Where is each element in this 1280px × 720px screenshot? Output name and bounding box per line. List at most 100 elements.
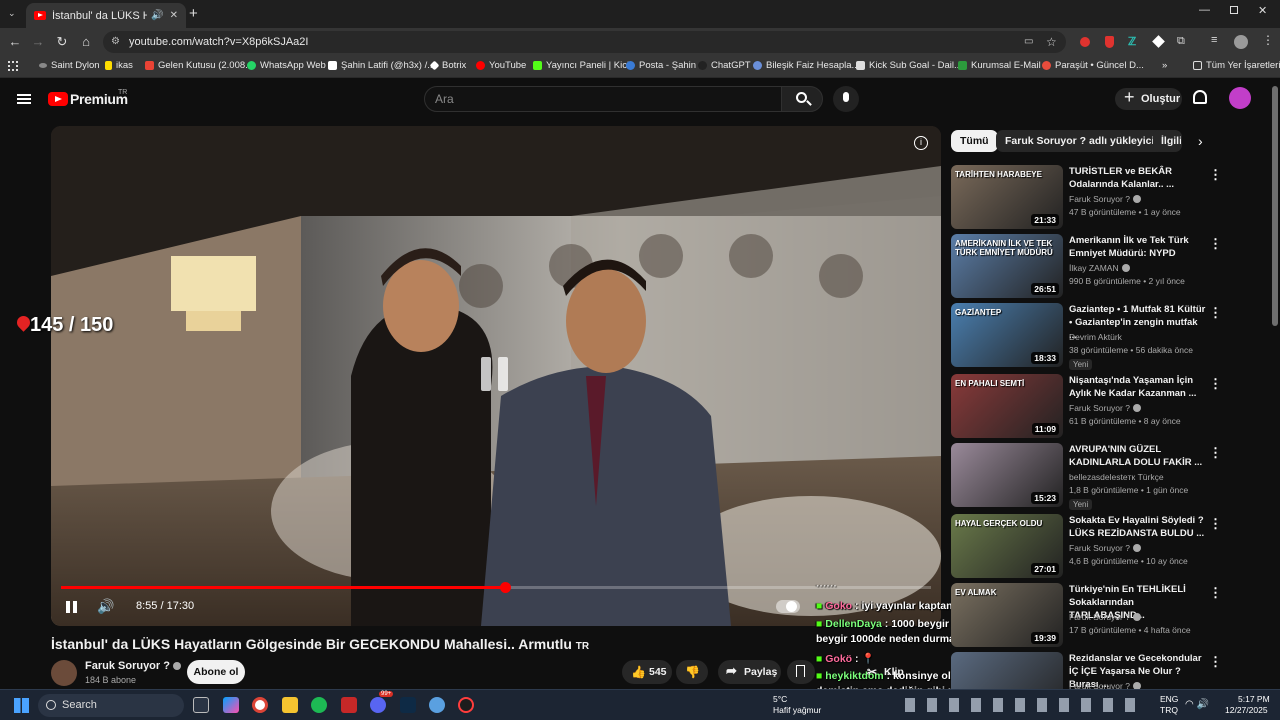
discord-icon[interactable]: 99+: [370, 691, 394, 713]
tab-search-icon[interactable]: ⌄: [8, 8, 16, 19]
bookmark-outlook[interactable]: Posta - Şahin: [626, 60, 696, 71]
forward-arrow-icon[interactable]: →: [29, 33, 47, 51]
more-options-icon[interactable]: ⋮: [1209, 516, 1222, 532]
app-blue-icon[interactable]: [429, 697, 445, 713]
weather-desc[interactable]: Hafif yağmur: [773, 705, 821, 715]
more-options-icon[interactable]: ⋮: [1209, 167, 1222, 183]
recommended-video-title[interactable]: TURİSTLER ve BEKÂR Odalarında Kalanlar..…: [1069, 165, 1207, 191]
recommended-channel-name[interactable]: Faruk Soruyor ?: [1069, 403, 1141, 413]
video-thumbnail[interactable]: 15:23: [951, 443, 1063, 507]
video-thumbnail[interactable]: EN PAHALI SEMTİ 11:09: [951, 374, 1063, 438]
bookmark-corporate-mail[interactable]: Kurumsal E-Mail: [958, 60, 1041, 71]
copilot-icon[interactable]: [223, 697, 239, 713]
recommended-channel-name[interactable]: bellezasdelesteтк Türkçe: [1069, 472, 1164, 482]
bookmark-botrix[interactable]: Botrix: [429, 60, 466, 71]
app-red-icon[interactable]: [341, 697, 357, 713]
bookmark-whatsapp[interactable]: WhatsApp Web: [247, 60, 326, 71]
bookmark-youtube[interactable]: YouTube: [476, 60, 526, 71]
recommended-video-title[interactable]: AVRUPA'NIN GÜZEL KADINLARLA DOLU FAKİR .…: [1069, 443, 1207, 469]
more-options-icon[interactable]: ⋮: [1209, 585, 1222, 601]
recommended-video[interactable]: 15:23 AVRUPA'NIN GÜZEL KADINLARLA DOLU FA…: [951, 443, 1271, 510]
recommended-video-title[interactable]: Amerikanın İlk ve Tek Türk Emniyet Müdür…: [1069, 234, 1207, 260]
notifications-bell-icon[interactable]: [1193, 90, 1207, 104]
system-tray-icons[interactable]: [905, 698, 1145, 712]
youtube-logo-icon[interactable]: [48, 92, 68, 106]
video-progress-bar[interactable]: [61, 582, 931, 593]
create-button[interactable]: Oluştur: [1115, 86, 1182, 110]
bookmark-parasut[interactable]: Paraşüt • Güncel D...: [1042, 60, 1144, 71]
channel-avatar[interactable]: [51, 660, 77, 686]
progress-scrubber-knob[interactable]: [499, 582, 511, 593]
recommended-video[interactable]: Rezidanslar ve Gecekondular İÇ İÇE Yaşar…: [951, 652, 1271, 689]
video-thumbnail[interactable]: TARİHTEN HARABEYE 21:33: [951, 165, 1063, 229]
bookmark-ikas[interactable]: ikas: [105, 60, 133, 71]
recommended-video[interactable]: EN PAHALI SEMTİ 11:09 Nişantaşı'nda Yaşama…: [951, 374, 1271, 438]
recommended-channel-name[interactable]: Faruk Soruyor ?: [1069, 194, 1141, 204]
recommended-video-title[interactable]: Sokakta Ev Hayalini Söyledi ? LÜKS REZİD…: [1069, 514, 1207, 540]
chrome-icon[interactable]: [252, 697, 268, 713]
site-info-icon[interactable]: ⚙: [111, 31, 120, 53]
bookmark-star-icon[interactable]: ☆: [1046, 31, 1057, 53]
task-view-icon[interactable]: [193, 697, 209, 713]
account-avatar[interactable]: [1229, 87, 1251, 109]
recommended-channel-name[interactable]: Devrim Aktürk: [1069, 332, 1122, 342]
audio-icon[interactable]: 🔊: [151, 10, 163, 21]
close-tab-icon[interactable]: ✕: [170, 10, 178, 21]
more-options-icon[interactable]: ⋮: [1209, 654, 1222, 670]
clock-time[interactable]: 5:17 PM: [1238, 694, 1270, 704]
recommended-channel-name[interactable]: Faruk Soruyor ?: [1069, 612, 1141, 622]
chip-all[interactable]: Tümü: [951, 130, 998, 152]
like-button[interactable]: 👍 545: [622, 660, 672, 684]
voice-search-button[interactable]: [833, 86, 859, 112]
extension-shield-icon[interactable]: [1105, 36, 1114, 48]
bookmark-x[interactable]: Şahin Latifi (@h3x) /...: [328, 60, 435, 71]
recommended-channel-name[interactable]: Faruk Soruyor ?: [1069, 543, 1141, 553]
dislike-button[interactable]: 👎: [676, 660, 708, 684]
new-tab-button[interactable]: +: [189, 5, 198, 22]
bookmark-chatgpt[interactable]: ChatGPT: [698, 60, 751, 71]
pause-button[interactable]: [66, 601, 78, 613]
terminal-icon[interactable]: [400, 697, 416, 713]
clock-date[interactable]: 12/27/2025: [1225, 705, 1268, 715]
chips-next-chevron-icon[interactable]: ›: [1198, 133, 1203, 149]
taskbar-search[interactable]: Search: [38, 694, 184, 717]
extensions-puzzle-icon[interactable]: ⧉: [1177, 35, 1185, 48]
share-button[interactable]: ➦ Paylaş: [718, 660, 781, 684]
subscribe-button[interactable]: Abone ol: [187, 660, 245, 684]
recommended-channel-name[interactable]: İlkay ZAMAN: [1069, 263, 1130, 273]
more-options-icon[interactable]: ⋮: [1209, 376, 1222, 392]
cast-icon[interactable]: ▭: [1024, 31, 1033, 53]
bookmark-saint-dylon[interactable]: Saint Dylon: [39, 60, 100, 71]
video-thumbnail[interactable]: GAZİANTEP 18:33: [951, 303, 1063, 367]
back-arrow-icon[interactable]: ←: [6, 33, 24, 51]
extension-diamond-icon[interactable]: [1152, 35, 1165, 48]
video-thumbnail[interactable]: AMERİKANIN İLK VE TEK TÜRK EMNİYET MÜDÜR…: [951, 234, 1063, 298]
recommended-video[interactable]: AMERİKANIN İLK VE TEK TÜRK EMNİYET MÜDÜR…: [951, 234, 1271, 298]
more-bookmarks-chevron[interactable]: »: [1162, 60, 1167, 71]
address-bar[interactable]: ⚙ youtube.com/watch?v=X8p6kSJAa2I ▭ ☆: [103, 31, 1066, 53]
clip-button[interactable]: ✂ Klip: [858, 660, 908, 684]
recommended-video[interactable]: GAZİANTEP 18:33 Gaziantep • 1 Mutfak 81 Kü…: [951, 303, 1271, 370]
weather-temp[interactable]: 5°C: [773, 694, 787, 704]
reading-list-icon[interactable]: ≡: [1211, 34, 1217, 46]
recommended-video[interactable]: HAYAL GERÇEK OLDU 27:01 Sokakta Ev Hayalin…: [951, 514, 1271, 578]
extension-red-icon[interactable]: [1080, 37, 1090, 47]
wifi-volume-icons[interactable]: ◠ 🔊: [1185, 699, 1209, 710]
browser-tab[interactable]: İstanbul' da LÜKS Hayatları 🔊 ✕: [26, 3, 186, 28]
more-options-icon[interactable]: ⋮: [1209, 445, 1222, 461]
more-options-icon[interactable]: ⋮: [1209, 305, 1222, 321]
bookmark-compound-interest[interactable]: Bileşik Faiz Hesapla...: [753, 60, 859, 71]
recommended-video[interactable]: TARİHTEN HARABEYE 21:33 TURİSTLER ve BEKÂR…: [951, 165, 1271, 229]
windows-start-icon[interactable]: [14, 698, 29, 713]
video-info-icon[interactable]: i: [914, 136, 928, 150]
bookmark-kick-sub-goal[interactable]: Kick Sub Goal - Dail...: [856, 60, 962, 71]
all-bookmarks-folder[interactable]: Tüm Yer İşaretleri: [1193, 60, 1280, 71]
apps-grid-icon[interactable]: [8, 61, 18, 71]
more-options-icon[interactable]: ⋮: [1209, 236, 1222, 252]
search-button[interactable]: [781, 86, 823, 112]
browser-menu-icon[interactable]: ⋮: [1262, 33, 1274, 47]
spotify-icon[interactable]: [311, 697, 327, 713]
video-thumbnail[interactable]: HAYAL GERÇEK OLDU 27:01: [951, 514, 1063, 578]
recommended-video-title[interactable]: Nişantaşı'nda Yaşaman İçin Aylık Ne Kada…: [1069, 374, 1207, 400]
volume-icon[interactable]: 🔊: [97, 598, 114, 615]
